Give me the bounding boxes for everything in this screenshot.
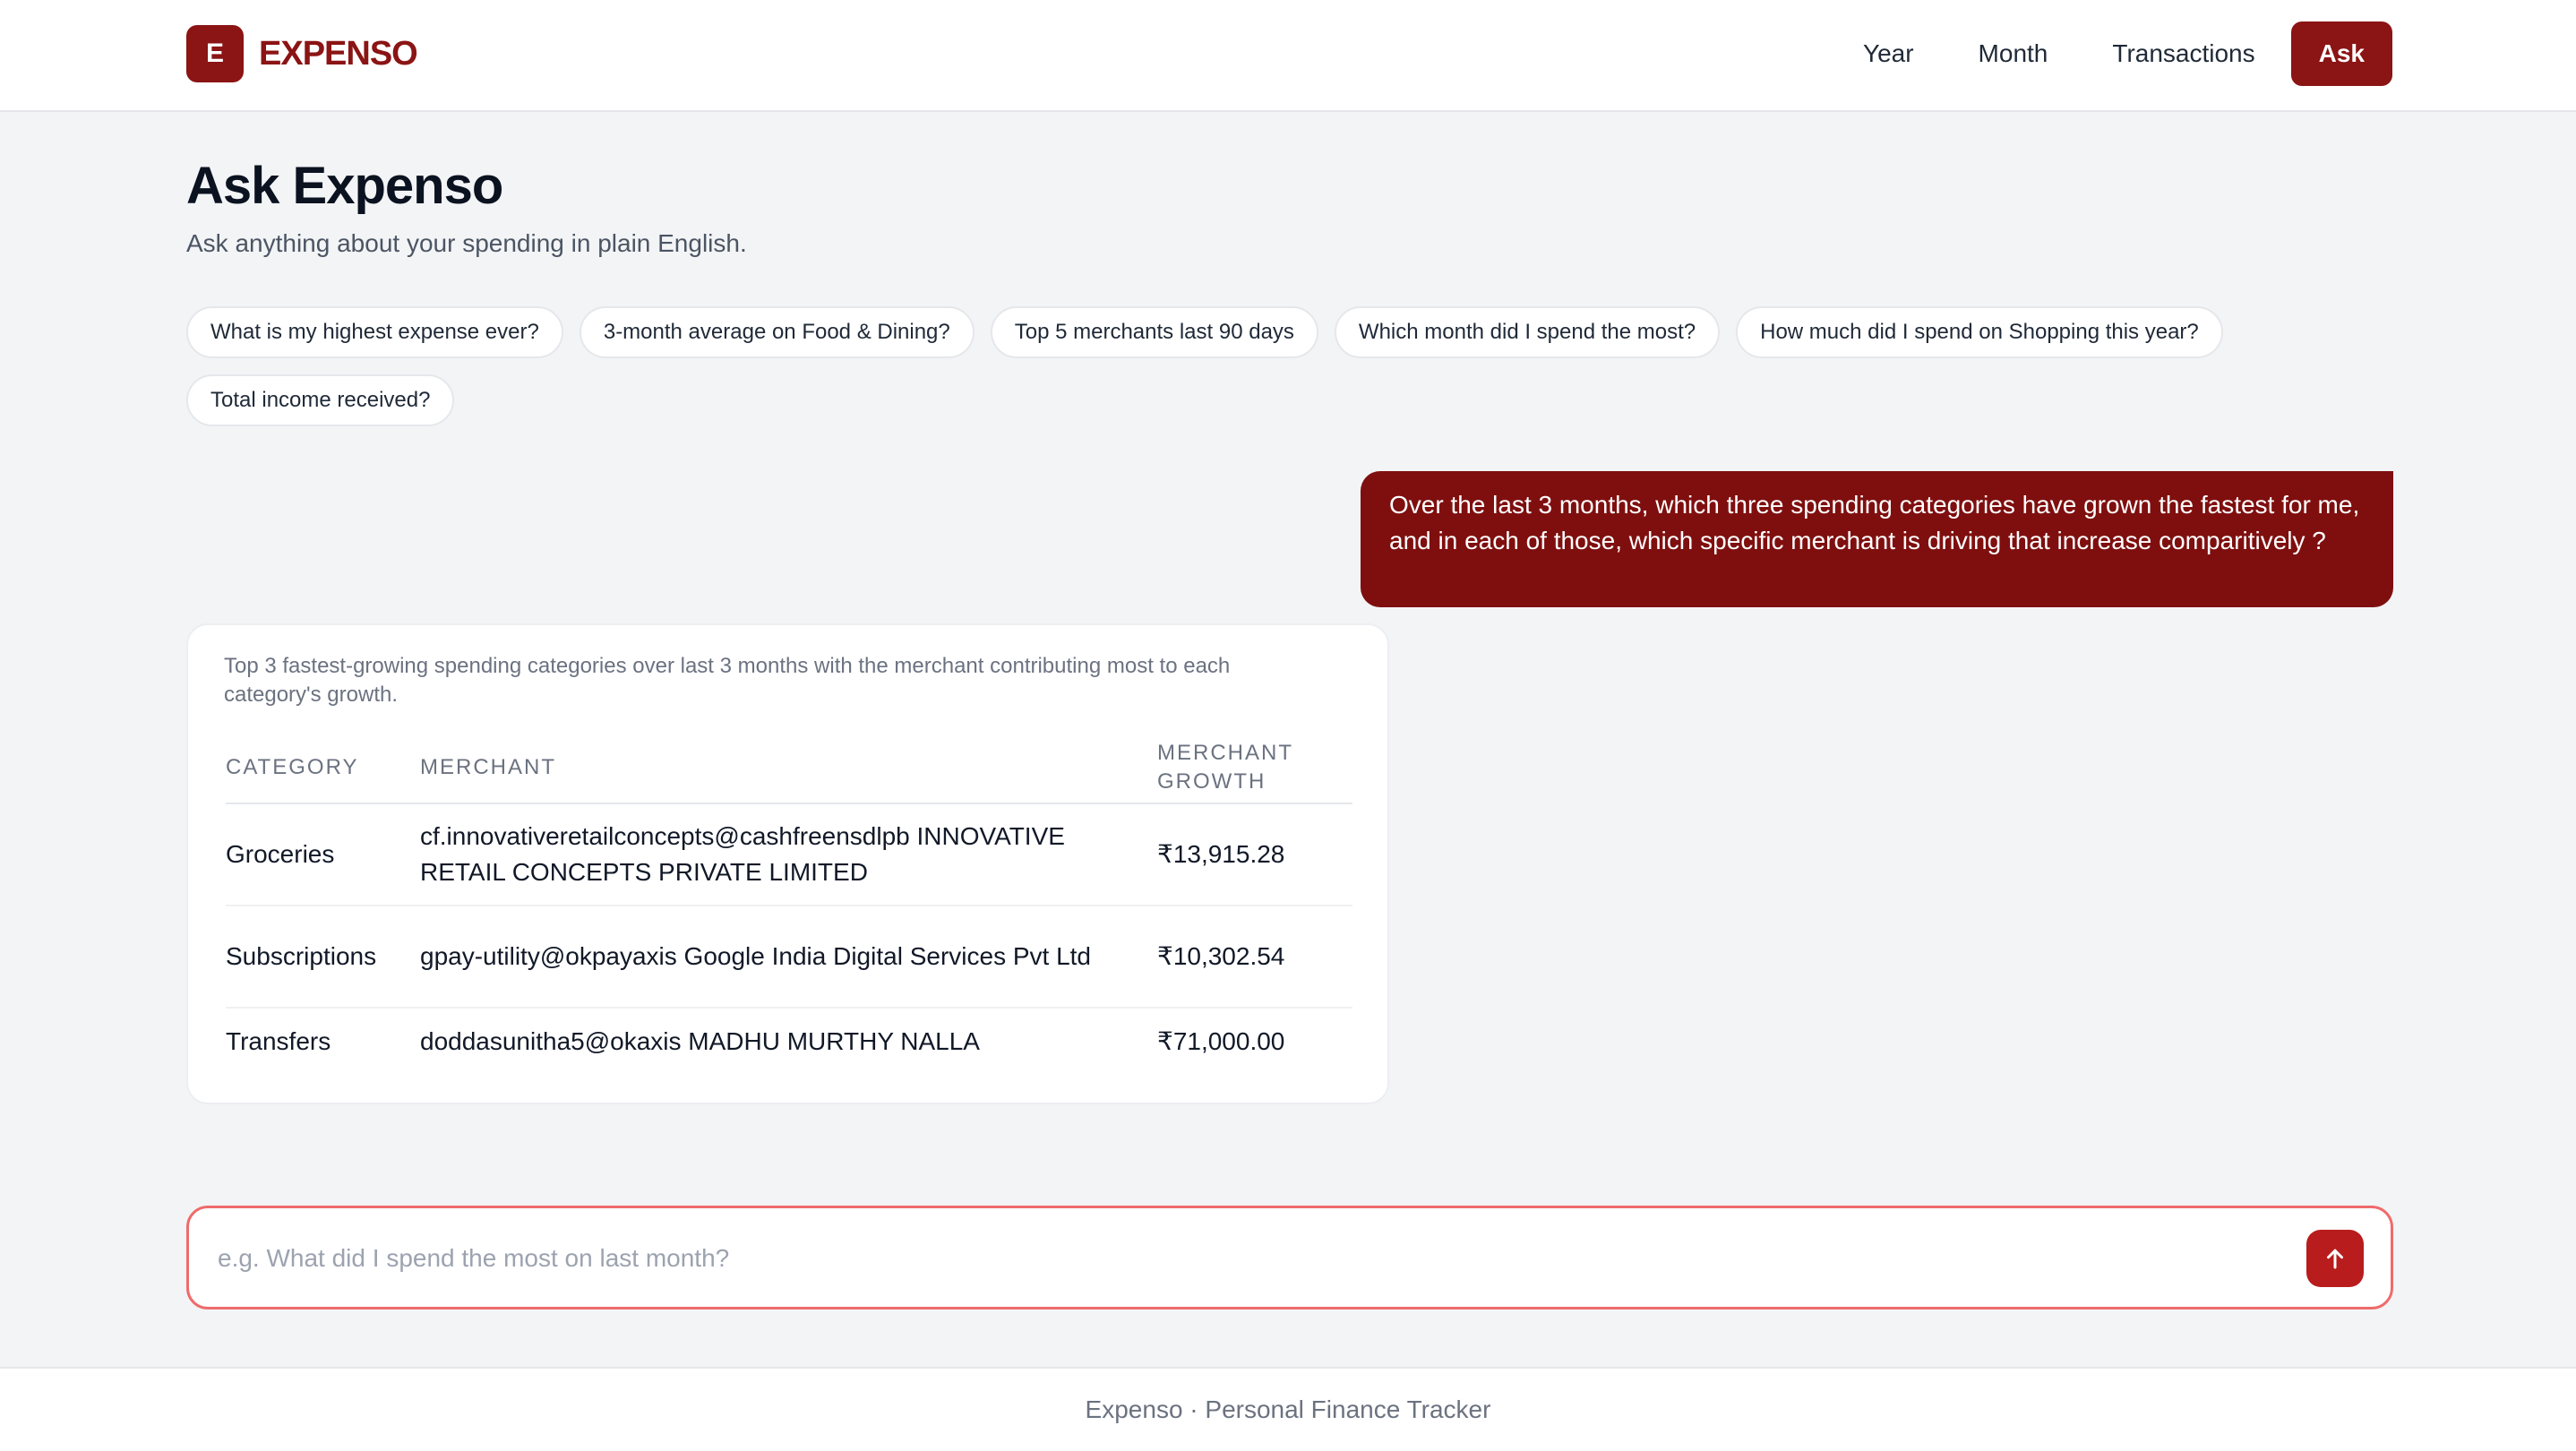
suggestion-chips: What is my highest expense ever? 3-month… xyxy=(186,306,2390,426)
column-header-merchant: MERCHANT xyxy=(420,755,556,779)
answer-caption: Top 3 fastest-growing spending categorie… xyxy=(224,654,1231,707)
column-header-category: CATEGORY xyxy=(226,755,359,779)
page-title: Ask Expenso xyxy=(186,157,503,215)
table-header: CATEGORY MERCHANT MERCHANT GROWTH xyxy=(226,733,1352,804)
ask-input[interactable] xyxy=(218,1235,2278,1282)
merchant-cell: doddasunitha5@okaxis MADHU MURTHY NALLA xyxy=(420,1027,980,1055)
suggestion-chip[interactable]: What is my highest expense ever? xyxy=(186,306,563,358)
page-subtitle: Ask anything about your spending in plai… xyxy=(186,229,747,257)
logo-icon: E xyxy=(186,25,244,82)
table-row: Transfers doddasunitha5@okaxis MADHU MUR… xyxy=(226,1009,1352,1075)
footer-text: Expenso · Personal Finance Tracker xyxy=(1085,1395,1491,1423)
brand[interactable]: E EXPENSO xyxy=(186,25,418,82)
category-cell: Subscriptions xyxy=(226,942,377,970)
category-cell: Groceries xyxy=(226,840,335,868)
user-message-bubble: Over the last 3 months, which three spen… xyxy=(1361,471,2393,607)
answer-table: CATEGORY MERCHANT MERCHANT GROWTH Grocer… xyxy=(226,733,1352,1075)
ask-page: E EXPENSO Year Month Transactions Ask As… xyxy=(0,0,2576,1451)
brand-name: EXPENSO xyxy=(259,34,418,73)
category-cell: Transfers xyxy=(226,1027,331,1055)
growth-cell: ₹10,302.54 xyxy=(1157,942,1285,970)
nav-year[interactable]: Year xyxy=(1831,21,1946,86)
arrow-up-icon xyxy=(2327,1249,2343,1269)
main-nav: Year Month Transactions Ask xyxy=(1831,21,2392,86)
nav-transactions[interactable]: Transactions xyxy=(2080,21,2287,86)
answer-card: Top 3 fastest-growing spending categorie… xyxy=(186,623,1389,1104)
page-footer: Expenso · Personal Finance Tracker xyxy=(0,1367,2576,1451)
merchant-cell: cf.innovativeretailconcepts@cashfreensdl… xyxy=(420,822,1065,886)
suggestion-chip[interactable]: Total income received? xyxy=(186,374,455,426)
suggestion-chip[interactable]: Top 5 merchants last 90 days xyxy=(990,306,1318,358)
send-button[interactable] xyxy=(2306,1230,2364,1287)
suggestion-chip[interactable]: 3-month average on Food & Dining? xyxy=(579,306,975,358)
nav-ask[interactable]: Ask xyxy=(2290,21,2392,86)
merchant-cell: gpay-utility@okpayaxis Google India Digi… xyxy=(420,942,1091,970)
top-header: E EXPENSO Year Month Transactions Ask xyxy=(0,0,2576,112)
table-row: Subscriptions gpay-utility@okpayaxis Goo… xyxy=(226,906,1352,1009)
suggestion-chip[interactable]: How much did I spend on Shopping this ye… xyxy=(1736,306,2223,358)
growth-cell: ₹13,915.28 xyxy=(1157,840,1285,868)
column-header-merchant-growth: MERCHANT GROWTH xyxy=(1157,741,1293,794)
nav-month[interactable]: Month xyxy=(1946,21,2081,86)
growth-cell: ₹71,000.00 xyxy=(1157,1027,1285,1055)
table-row: Groceries cf.innovativeretailconcepts@ca… xyxy=(226,804,1352,906)
ask-input-bar xyxy=(186,1206,2393,1309)
suggestion-chip[interactable]: Which month did I spend the most? xyxy=(1334,306,1721,358)
